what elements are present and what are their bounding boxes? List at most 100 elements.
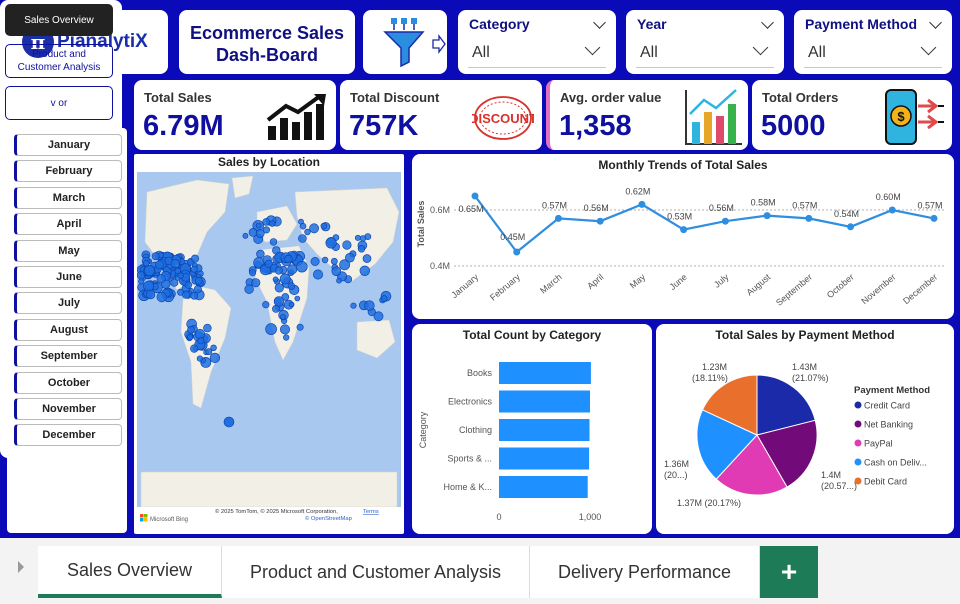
payment-method-slicer[interactable]: Payment Method All — [794, 10, 952, 74]
location-bubble[interactable] — [265, 323, 277, 335]
location-bubble[interactable] — [330, 257, 338, 265]
add-page-button[interactable]: + — [760, 546, 818, 598]
pie-legend[interactable]: Credit Card Net Banking PayPal Cash on Deli… — [854, 401, 927, 487]
nav-sales-overview-button[interactable]: Sales Overview — [5, 4, 113, 36]
location-bubble[interactable] — [296, 323, 304, 331]
category-slicer[interactable]: Category All — [458, 10, 616, 74]
location-bubble[interactable] — [283, 334, 290, 341]
location-bubble[interactable] — [310, 257, 320, 267]
location-bubble[interactable] — [336, 277, 342, 284]
location-bubble[interactable] — [156, 274, 166, 284]
line-point[interactable] — [596, 217, 604, 225]
location-bubble[interactable] — [342, 240, 352, 250]
location-bubble[interactable] — [143, 264, 156, 277]
map-osm-link[interactable]: © OpenStreetMap — [305, 515, 352, 522]
month-item[interactable]: September — [14, 345, 122, 368]
category-bar[interactable] — [499, 419, 590, 441]
payment-method-dropdown[interactable]: All — [804, 38, 942, 68]
category-bar[interactable] — [499, 476, 588, 498]
location-bubble[interactable] — [255, 222, 262, 229]
location-bubble[interactable] — [357, 245, 366, 253]
tab-delivery-performance[interactable]: Delivery Performance — [530, 546, 760, 598]
line-point[interactable] — [805, 214, 813, 222]
location-bubble[interactable] — [273, 296, 285, 307]
month-item[interactable]: November — [14, 398, 122, 420]
line-point[interactable] — [513, 248, 521, 256]
scroll-left-icon[interactable] — [16, 560, 26, 574]
location-bubble[interactable] — [190, 344, 199, 353]
location-bubble[interactable] — [255, 229, 265, 238]
location-bubble[interactable] — [325, 237, 337, 249]
location-bubble[interactable] — [284, 254, 293, 264]
chevron-down-icon[interactable] — [929, 16, 942, 29]
location-bubble[interactable] — [209, 352, 220, 363]
location-bubble[interactable] — [251, 278, 261, 288]
location-bubble[interactable] — [223, 416, 235, 428]
location-bubble[interactable] — [177, 272, 184, 279]
location-bubble[interactable] — [296, 260, 308, 273]
location-bubble[interactable] — [190, 291, 199, 300]
location-bubble[interactable] — [184, 281, 193, 289]
line-point[interactable] — [888, 206, 896, 214]
location-bubble[interactable] — [170, 258, 180, 269]
location-bubble[interactable] — [145, 289, 156, 300]
category-bar[interactable] — [499, 362, 591, 384]
location-bubble[interactable] — [288, 301, 295, 308]
location-bubble[interactable] — [194, 277, 203, 285]
location-bubble[interactable] — [362, 254, 372, 263]
month-item[interactable]: October — [14, 371, 122, 394]
pie-slices[interactable] — [696, 374, 818, 496]
location-bubble[interactable] — [262, 301, 270, 309]
map-terms-link[interactable]: Terms — [363, 509, 379, 515]
line-point[interactable] — [471, 192, 479, 200]
category-count-chart[interactable]: Total Count by Category Category 0 1,000… — [412, 324, 652, 534]
location-bubble[interactable] — [279, 273, 291, 285]
filter-funnel-button[interactable] — [363, 10, 447, 74]
month-item[interactable]: July — [14, 292, 122, 315]
tab-product-customer-analysis[interactable]: Product and Customer Analysis — [222, 546, 530, 598]
location-bubble[interactable] — [299, 222, 307, 230]
line-point[interactable] — [930, 214, 938, 222]
location-bubble[interactable] — [269, 238, 278, 246]
line-point[interactable] — [638, 200, 646, 208]
location-bubble[interactable] — [190, 254, 199, 263]
location-bubble[interactable] — [380, 295, 388, 303]
location-bubble[interactable] — [280, 313, 286, 320]
month-item[interactable]: May — [14, 239, 122, 262]
year-dropdown[interactable]: All — [636, 38, 774, 68]
legend-item[interactable]: Net Banking — [864, 420, 913, 430]
line-point[interactable] — [763, 212, 771, 220]
location-bubble[interactable] — [320, 222, 328, 230]
location-bubble[interactable] — [274, 266, 283, 275]
location-bubble[interactable] — [203, 323, 212, 333]
location-bubble[interactable] — [359, 265, 371, 277]
location-bubble[interactable] — [197, 337, 205, 345]
location-bubble[interactable] — [244, 284, 254, 294]
line-series[interactable]: 0.65M January 0.45M February 0.57M March 0.56M… — [449, 186, 942, 307]
sales-by-location-map[interactable]: Sales by Location Microsoft Bing © 2025 … — [134, 154, 404, 534]
location-bubble[interactable] — [151, 252, 160, 261]
location-bubble[interactable] — [256, 249, 265, 259]
location-bubble[interactable] — [187, 326, 195, 334]
location-bubble[interactable] — [280, 324, 291, 335]
line-point[interactable] — [554, 214, 562, 222]
location-bubble[interactable] — [269, 220, 276, 227]
location-bubble[interactable] — [190, 265, 198, 273]
location-bubble[interactable] — [137, 271, 146, 280]
line-point[interactable] — [847, 223, 855, 231]
location-bubble[interactable] — [309, 223, 319, 234]
month-item[interactable]: August — [14, 318, 122, 341]
location-bubble[interactable] — [193, 285, 202, 294]
month-item[interactable]: June — [14, 266, 122, 288]
location-bubble[interactable] — [354, 234, 361, 241]
location-bubble[interactable] — [196, 355, 204, 362]
location-bubble[interactable] — [313, 269, 324, 280]
location-bubble[interactable] — [155, 260, 164, 270]
location-bubble[interactable] — [143, 280, 155, 292]
location-bubble[interactable] — [287, 282, 296, 290]
chevron-down-icon[interactable] — [593, 16, 606, 29]
location-bubble[interactable] — [272, 276, 279, 283]
location-bubble[interactable] — [187, 334, 194, 341]
category-dropdown[interactable]: All — [468, 38, 606, 68]
location-bubble[interactable] — [321, 256, 329, 264]
